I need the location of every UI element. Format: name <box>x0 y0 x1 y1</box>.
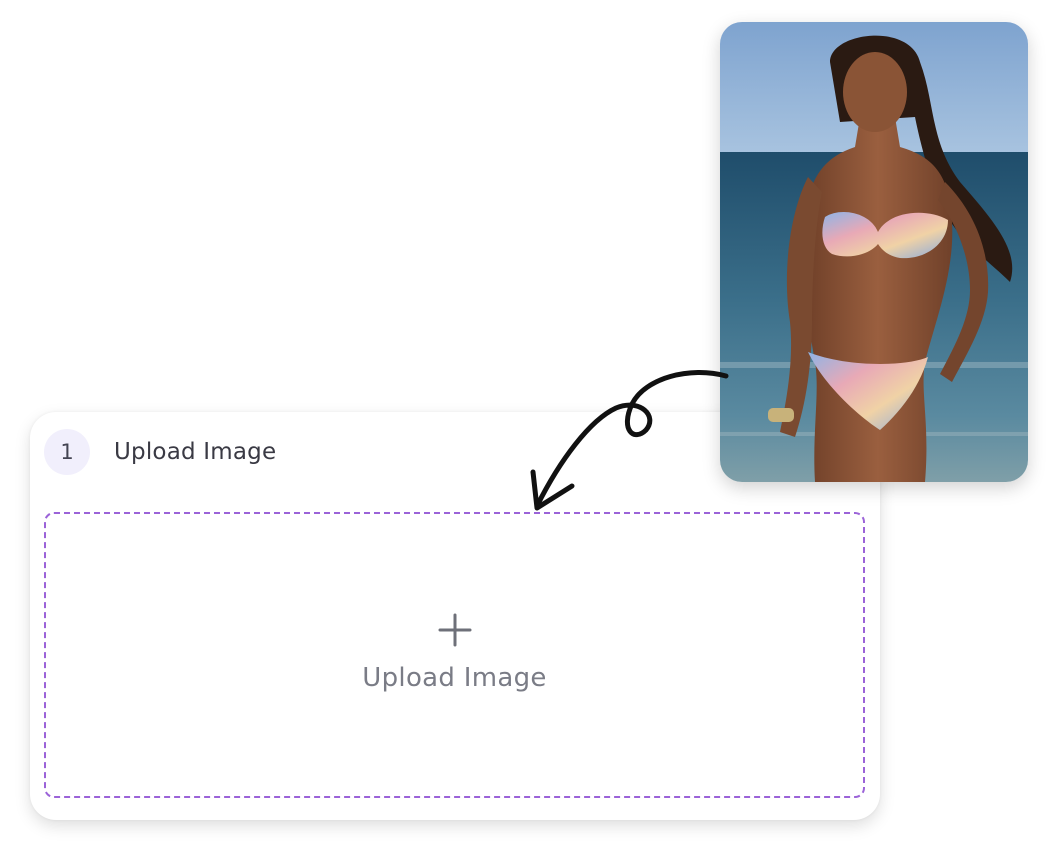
step-number-badge: 1 <box>44 429 90 475</box>
step-header: 1 Upload Image <box>44 428 276 476</box>
plus-icon <box>438 613 471 647</box>
upload-dropzone[interactable]: Upload Image <box>44 512 865 798</box>
step-title: Upload Image <box>114 439 277 465</box>
example-photo-image <box>720 22 1028 482</box>
curved-arrow-icon <box>530 370 729 511</box>
upload-stage: 1 Upload Image Upload Image <box>0 0 1058 858</box>
example-photo <box>720 22 1028 482</box>
dropzone-label: Upload Image <box>362 663 547 693</box>
